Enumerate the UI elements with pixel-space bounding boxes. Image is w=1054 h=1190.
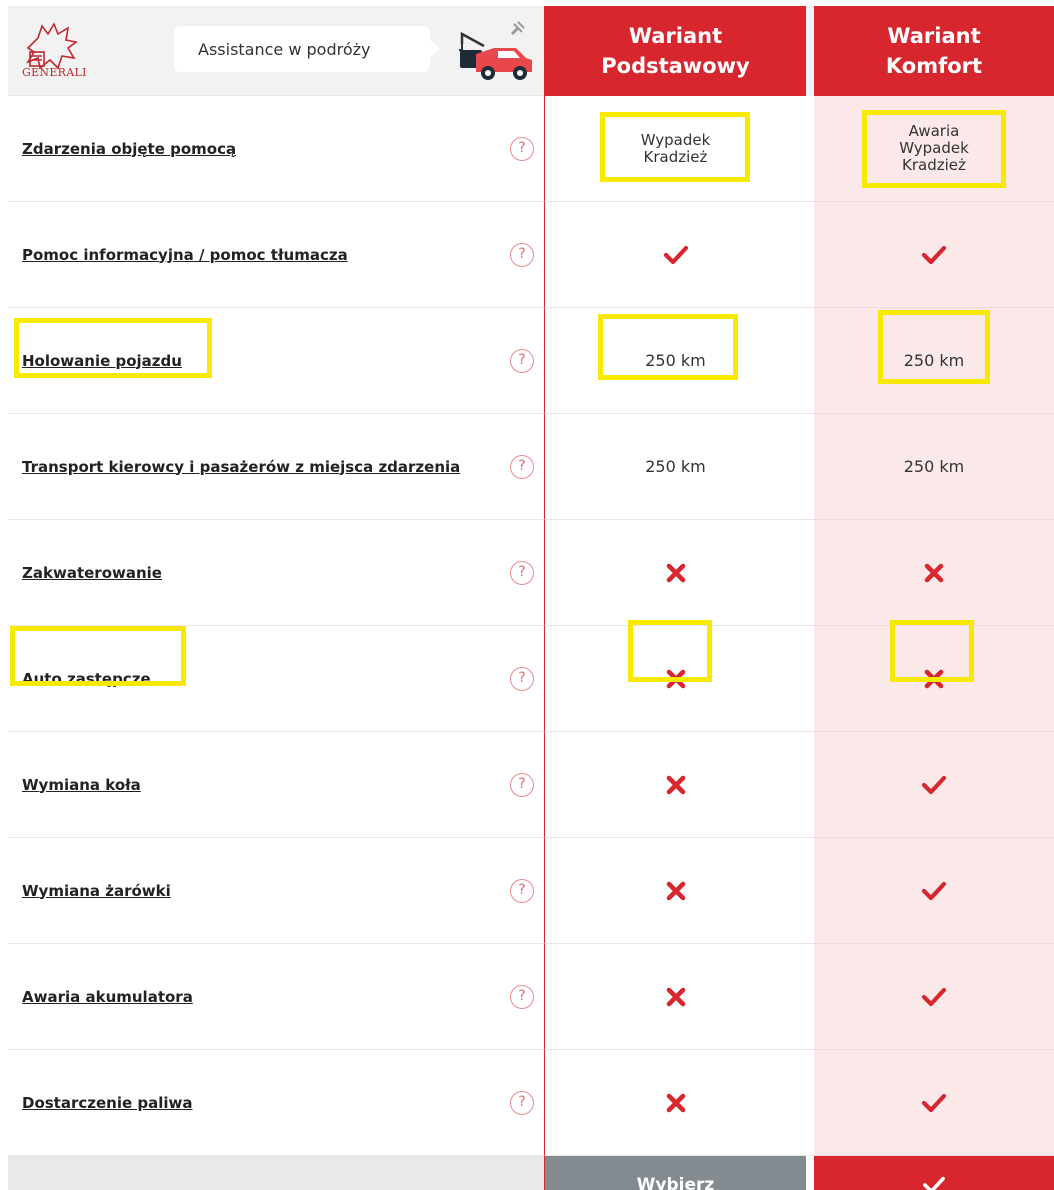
highlight-annotation	[10, 626, 186, 686]
check-icon	[921, 881, 947, 900]
comfort-value-cell	[814, 732, 1054, 838]
feature-label[interactable]: Wymiana koła	[22, 776, 141, 794]
column-gap	[806, 626, 814, 732]
feature-row-label: Zdarzenia objęte pomocą?	[8, 96, 544, 202]
check-icon	[921, 987, 947, 1006]
basic-value-cell	[544, 944, 806, 1050]
comfort-value-cell	[814, 202, 1054, 308]
check-icon	[921, 775, 947, 794]
feature-row-label: Wymiana żarówki?	[8, 838, 544, 944]
footer-spacer	[8, 1156, 544, 1190]
help-icon[interactable]: ?	[510, 666, 534, 691]
feature-row-label: Pomoc informacyjna / pomoc tłumacza?	[8, 202, 544, 308]
highlight-annotation	[598, 314, 738, 380]
choose-basic-label: Wybierz	[636, 1174, 715, 1190]
highlight-annotation	[890, 620, 974, 682]
choose-basic-button[interactable]: Wybierz	[544, 1156, 806, 1190]
variant-basic-line1: Wariant	[628, 24, 723, 48]
comfort-value-cell	[814, 520, 1054, 626]
help-icon[interactable]: ?	[510, 454, 534, 479]
comfort-value-cell: 250 km	[814, 414, 1054, 520]
cross-icon	[666, 775, 685, 794]
column-gap	[806, 96, 814, 202]
variant-comfort-line2: Komfort	[885, 54, 983, 78]
column-gap	[806, 414, 814, 520]
comfort-value-cell	[814, 838, 1054, 944]
check-icon	[923, 1176, 945, 1190]
tow-truck-icon	[459, 21, 532, 80]
feature-label[interactable]: Zdarzenia objęte pomocą	[22, 140, 236, 158]
variant-basic-line2: Podstawowy	[601, 54, 750, 78]
cross-icon	[666, 987, 685, 1006]
highlight-annotation	[14, 318, 212, 378]
basic-value-cell	[544, 838, 806, 944]
feature-label[interactable]: Transport kierowcy i pasażerów z miejsca…	[22, 458, 460, 476]
cross-icon	[924, 563, 944, 582]
feature-row-label: Wymiana koła?	[8, 732, 544, 838]
brand-wordmark: GENERALI	[22, 66, 87, 79]
header-gap	[806, 6, 814, 96]
feature-label[interactable]: Wymiana żarówki	[22, 882, 171, 900]
basic-value-cell	[544, 732, 806, 838]
feature-label[interactable]: Dostarczenie paliwa	[22, 1094, 193, 1112]
feature-label[interactable]: Pomoc informacyjna / pomoc tłumacza	[22, 246, 348, 264]
basic-value-cell: 250 km	[544, 414, 806, 520]
help-icon[interactable]: ?	[510, 772, 534, 797]
highlight-annotation	[600, 112, 750, 182]
feature-row-label: Zakwaterowanie?	[8, 520, 544, 626]
column-gap	[806, 1050, 814, 1156]
feature-label[interactable]: Zakwaterowanie	[22, 564, 162, 582]
check-icon	[921, 245, 947, 264]
highlight-annotation	[878, 310, 990, 384]
basic-value-cell	[544, 520, 806, 626]
column-gap	[806, 202, 814, 308]
help-icon[interactable]: ?	[510, 878, 534, 903]
cross-icon	[666, 881, 685, 900]
feature-row-label: Awaria akumulatora?	[8, 944, 544, 1050]
column-gap	[806, 732, 814, 838]
help-icon[interactable]: ?	[510, 984, 534, 1009]
check-icon	[921, 1093, 947, 1112]
footer-gap	[806, 1156, 814, 1190]
product-name-bubble: Assistance w podróży	[174, 26, 440, 72]
value-text: 250 km	[903, 457, 965, 476]
column-gap	[806, 520, 814, 626]
highlight-annotation	[862, 110, 1006, 188]
column-gap	[806, 838, 814, 944]
help-icon[interactable]: ?	[510, 348, 534, 373]
highlight-annotation	[628, 620, 712, 682]
comfort-value-cell	[814, 1050, 1054, 1156]
column-gap	[806, 308, 814, 414]
product-name: Assistance w podróży	[198, 39, 371, 59]
variant-header-basic: Wariant Podstawowy	[544, 6, 806, 96]
value-text: 250 km	[645, 457, 706, 476]
feature-label[interactable]: Awaria akumulatora	[22, 988, 193, 1006]
variant-comfort-line1: Wariant	[887, 24, 981, 48]
comfort-value-cell	[814, 944, 1054, 1050]
header-brand-area: GENERALI Assistance w podróży	[8, 6, 544, 96]
cross-icon	[666, 1093, 685, 1112]
basic-value-cell	[544, 1050, 806, 1156]
feature-row-label: Transport kierowcy i pasażerów z miejsca…	[8, 414, 544, 520]
feature-row-label: Dostarczenie paliwa?	[8, 1050, 544, 1156]
help-icon[interactable]: ?	[510, 136, 534, 161]
column-gap	[806, 944, 814, 1050]
variant-header-comfort: Wariant Komfort	[814, 6, 1054, 96]
help-icon[interactable]: ?	[510, 1090, 534, 1115]
check-icon	[663, 245, 688, 264]
help-icon[interactable]: ?	[510, 242, 534, 267]
help-icon[interactable]: ?	[510, 560, 534, 585]
basic-value-cell	[544, 202, 806, 308]
cross-icon	[666, 563, 685, 582]
choose-comfort-button[interactable]	[814, 1156, 1054, 1190]
